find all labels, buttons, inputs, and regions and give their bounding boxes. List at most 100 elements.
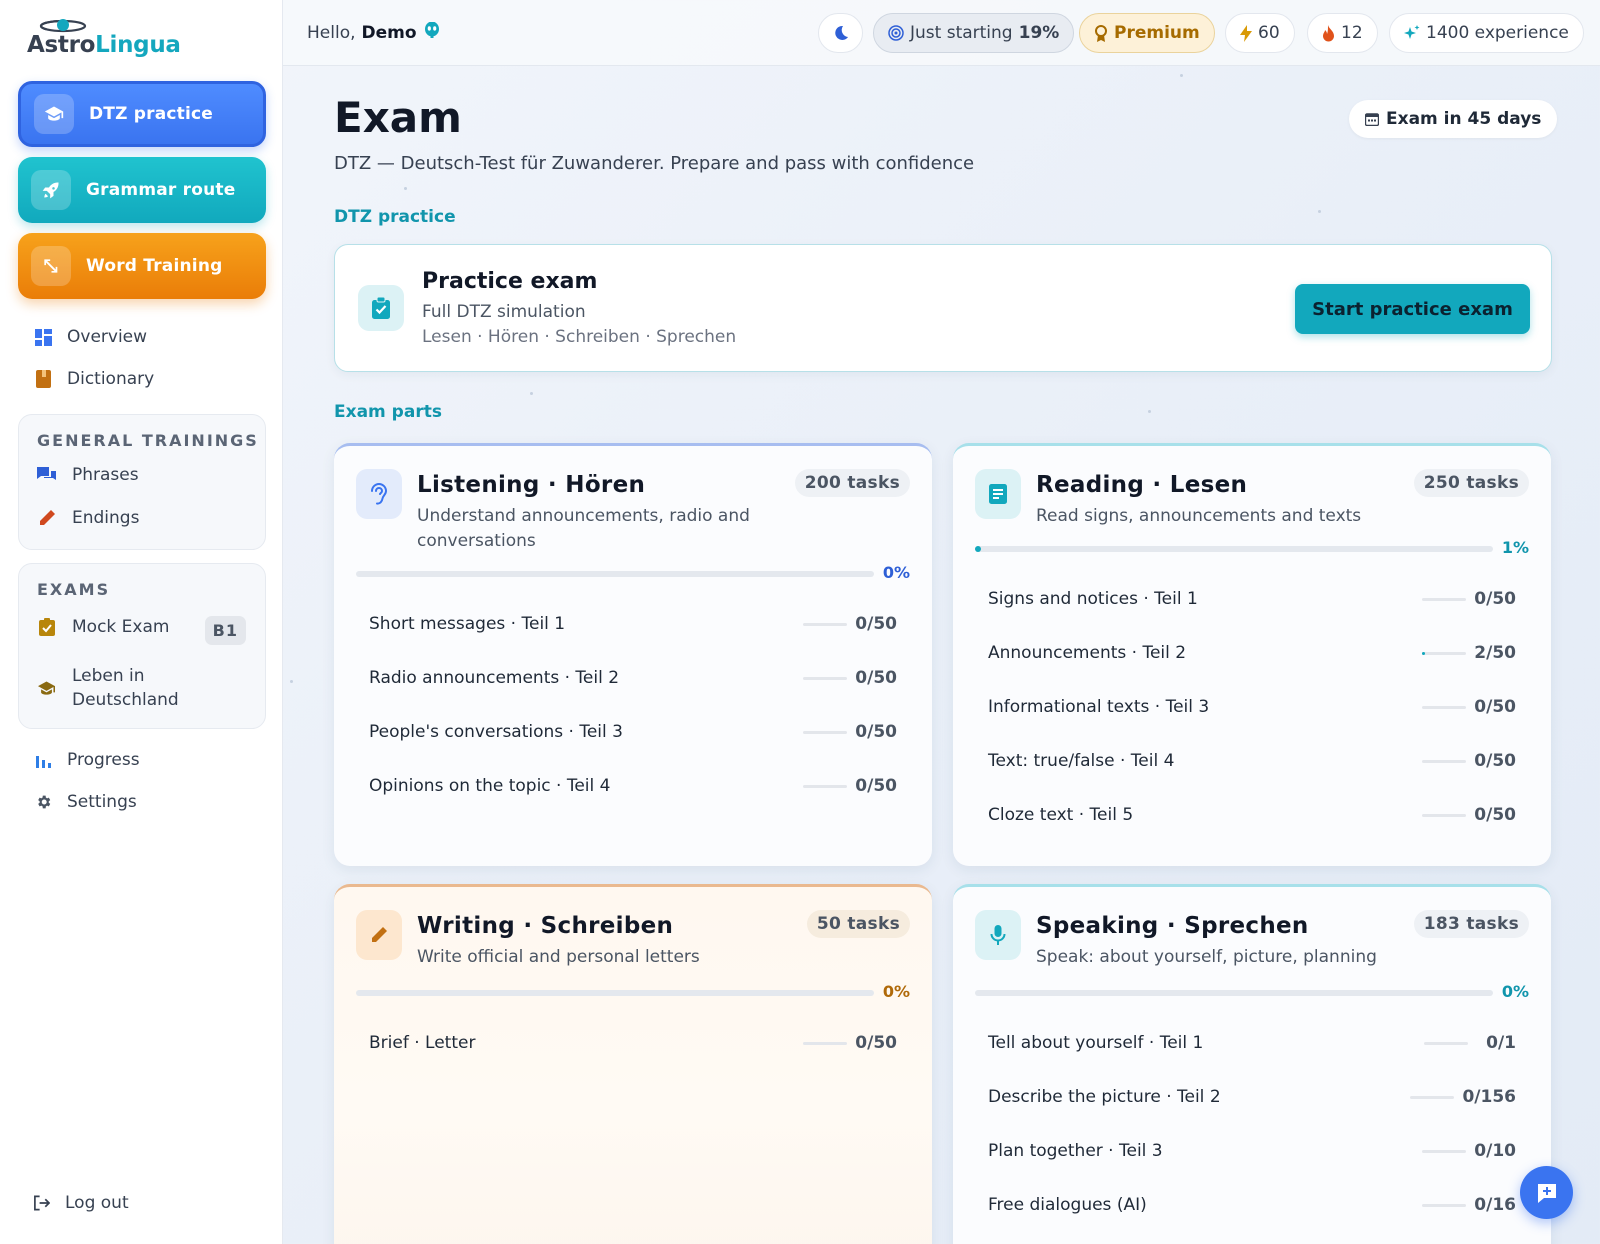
subtask-row[interactable]: Tell about yourself · Teil 1 0/1 bbox=[988, 1029, 1516, 1057]
subtask-progress-bar bbox=[1410, 1095, 1455, 1099]
subtask-count: 0/50 bbox=[855, 776, 897, 796]
microphone-icon bbox=[975, 910, 1021, 960]
subtask-label: Informational texts · Teil 3 bbox=[988, 697, 1210, 717]
sidebar-item-leben-in-deutschland[interactable]: Leben in Deutschland bbox=[37, 664, 179, 712]
part-progress-bar bbox=[975, 546, 1493, 552]
sidebar-item-label: Mock Exam bbox=[72, 617, 170, 637]
sidebar-item-label: Settings bbox=[67, 792, 137, 812]
subtask-count: 0/50 bbox=[1474, 589, 1516, 609]
subtask-progress-fill bbox=[1422, 651, 1425, 655]
subtask-row[interactable]: Opinions on the topic · Teil 4 0/50 bbox=[369, 772, 897, 800]
nav-dtz-practice-label: DTZ practice bbox=[89, 104, 214, 124]
sidebar-item-mock-exam[interactable]: Mock Exam bbox=[37, 617, 169, 637]
sidebar-item-phrases[interactable]: Phrases bbox=[37, 465, 139, 485]
streak-pill[interactable]: 12 bbox=[1307, 13, 1378, 53]
subtask-row[interactable]: Describe the picture · Teil 2 0/156 bbox=[988, 1083, 1516, 1111]
practice-exam-subtitle: Full DTZ simulation bbox=[422, 302, 586, 322]
premium-label: Premium bbox=[1114, 23, 1200, 43]
subtask-row[interactable]: Radio announcements · Teil 2 0/50 bbox=[369, 664, 897, 692]
subtask-progress-bar bbox=[1424, 1041, 1468, 1045]
exam-part-card-reading[interactable]: Reading · Lesen Read signs, announcement… bbox=[953, 443, 1551, 866]
premium-badge[interactable]: Premium bbox=[1079, 13, 1215, 53]
nav-grammar-route-button[interactable]: Grammar route bbox=[18, 157, 266, 223]
start-practice-exam-button[interactable]: Start practice exam bbox=[1295, 284, 1530, 334]
subtask-row[interactable]: Short messages · Teil 1 0/50 bbox=[369, 610, 897, 638]
streak-value: 12 bbox=[1341, 23, 1363, 43]
part-progress-fill bbox=[975, 546, 982, 552]
subtask-progress-bar bbox=[803, 676, 848, 680]
chat-support-button[interactable] bbox=[1520, 1166, 1573, 1219]
ear-icon bbox=[356, 469, 402, 519]
experience-pill[interactable]: 1400 experience bbox=[1389, 13, 1584, 53]
nav-grammar-route-label: Grammar route bbox=[86, 180, 236, 200]
part-progress-bar bbox=[975, 990, 1493, 996]
subtask-row[interactable]: People's conversations · Teil 3 0/50 bbox=[369, 718, 897, 746]
exam-part-card-speaking[interactable]: Speaking · Sprechen Speak: about yoursel… bbox=[953, 884, 1551, 1244]
exams-group: EXAMS Mock Exam B1 Leben in Deutschland bbox=[18, 563, 266, 729]
sidebar-item-label: Overview bbox=[67, 327, 148, 347]
subtask-row[interactable]: Text: true/false · Teil 4 0/50 bbox=[988, 747, 1516, 775]
part-title: Speaking · Sprechen bbox=[1036, 913, 1309, 939]
task-count-badge: 200 tasks bbox=[794, 469, 910, 497]
nav-word-training-label: Word Training bbox=[86, 256, 223, 276]
alien-icon bbox=[424, 21, 439, 43]
subtask-row[interactable]: Free dialogues (AI) 0/16 bbox=[988, 1191, 1516, 1219]
sidebar-item-dictionary[interactable]: Dictionary bbox=[35, 365, 154, 393]
level-percent: 19% bbox=[1018, 23, 1060, 43]
subtask-row[interactable]: Announcements · Teil 2 2/50 bbox=[988, 639, 1516, 667]
section-title-practice: DTZ practice bbox=[334, 207, 456, 227]
sidebar-item-overview[interactable]: Overview bbox=[35, 323, 147, 351]
theme-toggle-button[interactable] bbox=[818, 13, 863, 53]
logout-link[interactable]: Log out bbox=[33, 1189, 129, 1217]
part-title: Listening · Hören bbox=[417, 472, 646, 498]
subtask-label: Short messages · Teil 1 bbox=[369, 614, 566, 634]
subtask-progress-bar bbox=[803, 784, 848, 788]
nav-word-training-button[interactable]: Word Training bbox=[18, 233, 266, 299]
subtask-label: Radio announcements · Teil 2 bbox=[369, 668, 620, 688]
sparkle-icon bbox=[1404, 25, 1420, 39]
page-subtitle: DTZ — Deutsch-Test für Zuwanderer. Prepa… bbox=[334, 153, 975, 174]
experience-value: 1400 experience bbox=[1426, 23, 1569, 43]
part-description: Read signs, announcements and texts bbox=[1036, 506, 1362, 526]
clipboard-check-icon bbox=[358, 285, 404, 331]
graduation-cap-icon bbox=[37, 679, 56, 698]
task-count-badge: 50 tasks bbox=[806, 910, 910, 938]
exam-part-card-writing[interactable]: Writing · Schreiben Write official and p… bbox=[334, 884, 932, 1244]
group-title: EXAMS bbox=[37, 580, 111, 599]
part-progress-bar bbox=[356, 571, 874, 577]
subtask-progress-bar bbox=[803, 1041, 848, 1045]
energy-pill[interactable]: 60 bbox=[1225, 13, 1295, 53]
sidebar-item-label: Progress bbox=[67, 750, 140, 770]
subtask-row[interactable]: Brief · Letter 0/50 bbox=[369, 1029, 897, 1057]
subtask-row[interactable]: Informational texts · Teil 3 0/50 bbox=[988, 693, 1516, 721]
page-title: Exam bbox=[334, 93, 462, 142]
nav-dtz-practice-button[interactable]: DTZ practice bbox=[18, 81, 266, 147]
group-title: GENERAL TRAININGS bbox=[37, 431, 259, 450]
chat-plus-icon bbox=[1537, 1183, 1556, 1203]
subtask-progress-bar bbox=[1422, 705, 1467, 709]
grid-icon bbox=[35, 328, 52, 346]
sidebar-item-label: Dictionary bbox=[67, 369, 155, 389]
level-badge: B1 bbox=[204, 616, 246, 645]
logout-label: Log out bbox=[65, 1193, 129, 1213]
subtask-count: 2/50 bbox=[1474, 643, 1516, 663]
part-description: Speak: about yourself, picture, planning bbox=[1036, 947, 1377, 967]
sidebar-item-label: Leben in Deutschland bbox=[72, 666, 179, 710]
app-logo[interactable]: AstroLingua bbox=[27, 14, 187, 64]
subtask-row[interactable]: Cloze text · Teil 5 0/50 bbox=[988, 801, 1516, 829]
sidebar-item-progress[interactable]: Progress bbox=[35, 746, 140, 774]
subtask-count: 0/50 bbox=[1474, 697, 1516, 717]
subtask-label: Brief · Letter bbox=[369, 1033, 476, 1053]
level-progress-pill[interactable]: Just starting 19% bbox=[873, 13, 1075, 53]
subtask-row[interactable]: Plan together · Teil 3 0/10 bbox=[988, 1137, 1516, 1165]
pencil-icon bbox=[37, 509, 56, 528]
clipboard-check-icon bbox=[37, 618, 56, 637]
sidebar-item-settings[interactable]: Settings bbox=[35, 788, 137, 816]
greeting: Hello, Demo bbox=[307, 21, 439, 43]
exam-part-card-listening[interactable]: Listening · Hören Understand announcemen… bbox=[334, 443, 932, 866]
subtask-progress-bar bbox=[1422, 813, 1467, 817]
subtask-row[interactable]: Signs and notices · Teil 1 0/50 bbox=[988, 585, 1516, 613]
sidebar-item-endings[interactable]: Endings bbox=[37, 508, 139, 528]
subtask-label: People's conversations · Teil 3 bbox=[369, 722, 623, 742]
subtask-progress-bar bbox=[1422, 597, 1467, 601]
